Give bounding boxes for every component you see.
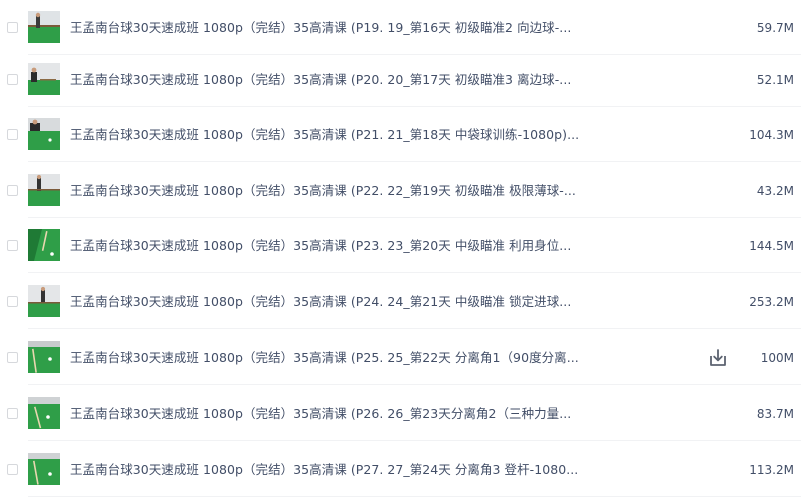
row-checkbox[interactable] <box>7 21 18 33</box>
file-name[interactable]: 王孟南台球30天速成班 1080p（完结）35高清课 (P22. 22_第19天… <box>70 182 576 200</box>
file-size: 59.7M <box>756 20 794 35</box>
file-row[interactable]: 王孟南台球30天速成班 1080p（完结）35高清课 (P23. 23_第20天… <box>0 218 801 273</box>
row-checkbox[interactable] <box>7 463 18 475</box>
file-row[interactable]: 王孟南台球30天速成班 1080p（完结）35高清课 (P22. 22_第19天… <box>0 163 801 218</box>
file-name[interactable]: 王孟南台球30天速成班 1080p（完结）35高清课 (P20. 20_第17天… <box>70 71 571 89</box>
file-name[interactable]: 王孟南台球30天速成班 1080p（完结）35高清课 (P23. 23_第20天… <box>70 237 571 255</box>
row-checkbox[interactable] <box>7 73 18 85</box>
file-name[interactable]: 王孟南台球30天速成班 1080p（完结）35高清课 (P21. 21_第18天… <box>70 126 579 144</box>
file-size: 83.7M <box>756 406 794 421</box>
billiards-video-thumbnail-icon <box>28 284 60 317</box>
file-list: 王孟南台球30天速成班 1080p（完结）35高清课 (P19. 19_第16天… <box>0 0 801 497</box>
row-checkbox[interactable] <box>7 239 18 251</box>
file-name[interactable]: 王孟南台球30天速成班 1080p（完结）35高清课 (P24. 24_第21天… <box>70 293 571 311</box>
row-checkbox[interactable] <box>7 351 18 363</box>
billiards-video-thumbnail-icon <box>28 62 60 95</box>
file-size: 144.5M <box>749 238 794 253</box>
file-row[interactable]: 王孟南台球30天速成班 1080p（完结）35高清课 (P24. 24_第21天… <box>0 274 801 329</box>
file-row[interactable]: 王孟南台球30天速成班 1080p（完结）35高清课 (P19. 19_第16天… <box>0 0 801 55</box>
row-checkbox[interactable] <box>7 295 18 307</box>
file-size: 43.2M <box>756 183 794 198</box>
file-row[interactable]: 王孟南台球30天速成班 1080p（完结）35高清课 (P26. 26_第23天… <box>0 386 801 441</box>
file-row[interactable]: 王孟南台球30天速成班 1080p（完结）35高清课 (P20. 20_第17天… <box>0 52 801 107</box>
file-name[interactable]: 王孟南台球30天速成班 1080p（完结）35高清课 (P19. 19_第16天… <box>70 19 571 37</box>
billiards-video-thumbnail-icon <box>28 340 60 373</box>
billiards-video-thumbnail-icon <box>28 228 60 261</box>
file-size: 100M <box>760 350 794 365</box>
billiards-video-thumbnail-icon <box>28 10 60 43</box>
file-row[interactable]: 王孟南台球30天速成班 1080p（完结）35高清课 (P27. 27_第24天… <box>0 442 801 497</box>
file-row[interactable]: 王孟南台球30天速成班 1080p（完结）35高清课 (P21. 21_第18天… <box>0 107 801 162</box>
billiards-video-thumbnail-icon <box>28 396 60 429</box>
file-row[interactable]: 王孟南台球30天速成班 1080p（完结）35高清课 (P25. 25_第22天… <box>0 330 801 385</box>
download-icon[interactable] <box>707 347 729 369</box>
file-name[interactable]: 王孟南台球30天速成班 1080p（完结）35高清课 (P26. 26_第23天… <box>70 405 571 423</box>
row-checkbox[interactable] <box>7 184 18 196</box>
file-name[interactable]: 王孟南台球30天速成班 1080p（完结）35高清课 (P27. 27_第24天… <box>70 461 578 479</box>
file-name[interactable]: 王孟南台球30天速成班 1080p（完结）35高清课 (P25. 25_第22天… <box>70 349 579 367</box>
row-checkbox[interactable] <box>7 128 18 140</box>
file-size: 104.3M <box>749 127 794 142</box>
billiards-video-thumbnail-icon <box>28 452 60 485</box>
file-size: 113.2M <box>749 462 794 477</box>
billiards-video-thumbnail-icon <box>28 173 60 206</box>
file-size: 52.1M <box>756 72 794 87</box>
file-size: 253.2M <box>749 294 794 309</box>
billiards-video-thumbnail-icon <box>28 117 60 150</box>
row-checkbox[interactable] <box>7 407 18 419</box>
